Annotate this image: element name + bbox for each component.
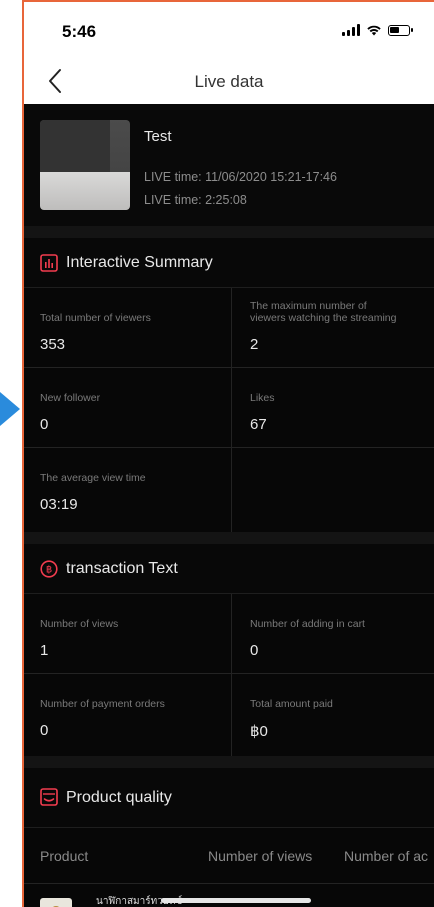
baht-coin-icon: ฿: [40, 560, 58, 578]
bar-chart-icon: [40, 254, 58, 272]
phone-screen: 5:46 Live data Test LIVE time: 11/06/202…: [22, 0, 434, 907]
stat-label: Number of views: [40, 618, 119, 630]
status-bar: 5:46: [24, 2, 434, 64]
product-table-header: Product Number of views Number of ac: [24, 828, 434, 884]
status-time: 5:46: [62, 22, 97, 41]
stat-total-viewers: Total number of viewers 353: [24, 288, 232, 368]
svg-text:฿: ฿: [46, 565, 52, 576]
nav-bar: Live data: [24, 64, 434, 104]
stat-max-viewers: The maximum number of viewers watching t…: [232, 288, 434, 368]
stat-label: Total number of viewers: [40, 312, 151, 324]
stat-value: 67: [250, 416, 267, 433]
stat-label: The average view time: [40, 472, 146, 484]
signal-icon: [342, 24, 360, 36]
page-title: Live data: [194, 72, 264, 91]
product-thumbnail: [40, 898, 72, 907]
divider: [24, 756, 434, 768]
column-header-product: Product: [40, 848, 89, 864]
wifi-icon: [367, 25, 381, 36]
section-title: Product quality: [66, 789, 172, 806]
section-title: transaction Text: [66, 560, 178, 577]
pointer-arrow: [0, 392, 20, 426]
transaction-header: ฿ transaction Text: [24, 544, 434, 594]
live-duration: LIVE time: 2:25:08: [144, 193, 247, 207]
stat-new-follower: New follower 0: [24, 368, 232, 448]
live-time-range: LIVE time: 11/06/2020 15:21-17:46: [144, 170, 337, 184]
stat-empty: [232, 448, 434, 532]
status-icons: [342, 24, 413, 36]
stat-value: 1: [40, 642, 49, 659]
divider: [24, 532, 434, 544]
divider: [24, 226, 434, 238]
stat-value: 2: [250, 336, 259, 353]
stream-card: Test LIVE time: 11/06/2020 15:21-17:46 L…: [24, 104, 434, 226]
stream-title: Test: [144, 128, 172, 145]
stat-value: 0: [40, 722, 49, 739]
stream-thumbnail: [40, 120, 130, 210]
stat-payment-orders: Number of payment orders 0: [24, 674, 232, 756]
stat-label: Number of payment orders: [40, 698, 165, 710]
stat-likes: Likes 67: [232, 368, 434, 448]
stat-total-amount: Total amount paid ฿0: [232, 674, 434, 756]
stat-views: Number of views 1: [24, 594, 232, 674]
stat-label: New follower: [40, 392, 101, 404]
table-row[interactable]: นาฬิกาสมาร์ทวอทช์ 1 0: [24, 884, 434, 907]
stat-value: 0: [40, 416, 49, 433]
stat-avg-view-time: The average view time 03:19: [24, 448, 232, 532]
column-header-views: Number of views: [208, 848, 313, 864]
stat-value: 03:19: [40, 496, 78, 513]
product-quality-header: Product quality: [24, 768, 434, 828]
battery-icon: [388, 24, 413, 36]
stat-label: The maximum number of viewers watching t…: [250, 300, 397, 324]
interactive-summary-header: Interactive Summary: [24, 238, 434, 288]
stat-value: 0: [250, 642, 259, 659]
stat-value: ฿0: [250, 723, 268, 740]
stat-value: 353: [40, 336, 66, 353]
column-header-cart: Number of ac: [344, 848, 429, 864]
stat-label: Total amount paid: [250, 698, 333, 710]
stat-label: Likes: [250, 392, 275, 404]
stat-label: Number of adding in cart: [250, 618, 365, 630]
section-title: Interactive Summary: [66, 254, 213, 271]
stat-add-to-cart: Number of adding in cart 0: [232, 594, 434, 674]
main-content: Test LIVE time: 11/06/2020 15:21-17:46 L…: [24, 104, 434, 907]
box-icon: [40, 788, 58, 806]
home-indicator[interactable]: [161, 898, 311, 903]
